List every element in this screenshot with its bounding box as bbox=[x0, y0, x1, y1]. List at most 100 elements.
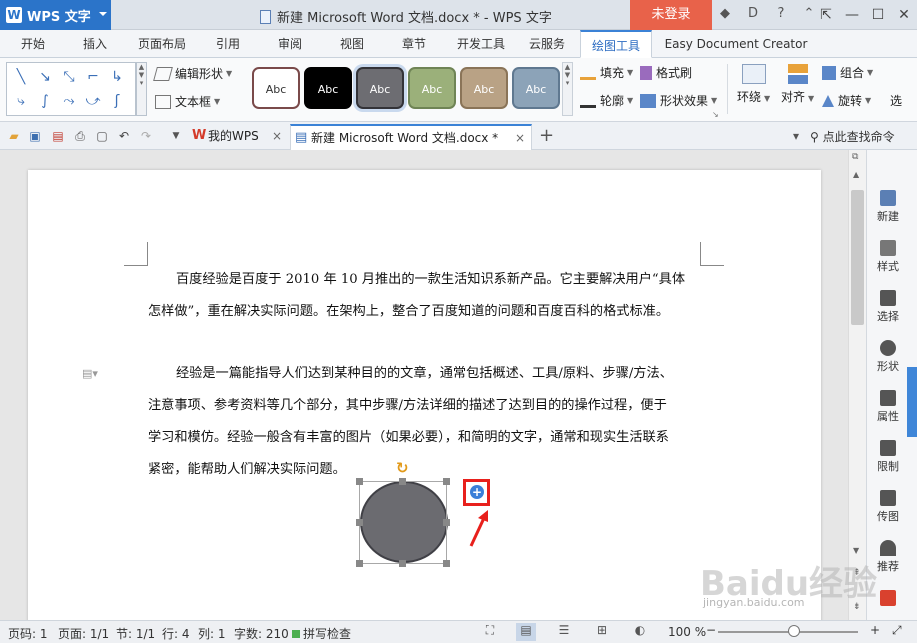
tab-document[interactable]: ▤ 新建 Microsoft Word 文档.docx * × bbox=[290, 124, 532, 150]
web-view-icon[interactable]: ⊞ bbox=[592, 623, 612, 641]
close-icon[interactable]: × bbox=[272, 124, 282, 148]
group-button[interactable]: 组合 ▼ bbox=[822, 64, 873, 81]
elbow-double-arrow-icon[interactable]: ⤷ bbox=[11, 91, 31, 111]
print-icon[interactable]: ⎙ bbox=[72, 128, 88, 144]
zoom-level[interactable]: 100 % bbox=[668, 625, 706, 639]
resize-handle-se[interactable] bbox=[443, 560, 450, 567]
find-command[interactable]: ⚲ 点此查找命令 bbox=[810, 128, 895, 145]
fit-window-icon[interactable]: ⤢ bbox=[892, 623, 902, 638]
fill-button[interactable]: 填充 ▼ bbox=[580, 64, 633, 81]
resize-handle-n[interactable] bbox=[399, 478, 406, 485]
curve-arrow-icon[interactable]: ⤳ bbox=[59, 91, 79, 111]
outline-button[interactable]: 轮廓 ▼ bbox=[580, 92, 633, 109]
rightbar-shape[interactable]: 形状 bbox=[867, 340, 909, 374]
wrap-button[interactable]: 环绕 ▼ bbox=[737, 64, 770, 105]
shape-style-6[interactable]: Abc bbox=[512, 67, 560, 109]
tab-developer[interactable]: 开发工具 bbox=[450, 30, 512, 58]
freeform-icon[interactable]: ʃ bbox=[107, 91, 127, 111]
tab-page-layout[interactable]: 页面布局 bbox=[132, 30, 192, 58]
elbow-connector-icon[interactable]: ⌐ bbox=[83, 67, 103, 87]
elbow-arrow-icon[interactable]: ↳ bbox=[107, 67, 127, 87]
eye-protect-icon[interactable]: ◐ bbox=[630, 623, 650, 641]
shape-effect-button[interactable]: 形状效果 ▼ bbox=[640, 92, 717, 109]
resize-handle-s[interactable] bbox=[399, 560, 406, 567]
paragraph-2[interactable]: 经验是一篇能指导人们达到某种目的的文章，通常包括概述、工具/原料、步骤/方法、 … bbox=[148, 358, 700, 486]
minimize-icon[interactable]: — bbox=[839, 0, 865, 30]
restore-ribbon-icon[interactable]: ⇱ bbox=[813, 0, 839, 30]
rightbar-select[interactable]: 选择 bbox=[867, 290, 909, 324]
text-box-button[interactable]: 文本框 ▼ bbox=[155, 93, 220, 110]
spell-check-toggle[interactable]: 拼写检查 bbox=[292, 625, 351, 642]
feedback-icon[interactable]: D bbox=[744, 5, 762, 23]
scroll-down-icon[interactable]: ▼ bbox=[853, 546, 859, 555]
customize-dropdown-icon[interactable]: ▼ bbox=[168, 128, 184, 144]
close-icon[interactable]: ✕ bbox=[891, 0, 917, 30]
resize-handle-w[interactable] bbox=[356, 519, 363, 526]
rightbar-new[interactable]: 新建 bbox=[867, 190, 909, 224]
wps-menu-button[interactable]: W WPS 文字 bbox=[0, 0, 111, 30]
tab-home[interactable]: 开始 bbox=[8, 30, 58, 58]
align-button[interactable]: 对齐 ▼ bbox=[781, 64, 814, 105]
new-tab-icon[interactable]: + bbox=[539, 125, 554, 146]
scroll-thumb[interactable] bbox=[851, 190, 864, 325]
shape-style-3[interactable]: Abc bbox=[356, 67, 404, 109]
select-pane-button[interactable]: 选 bbox=[890, 92, 902, 109]
shape-gallery-scroll[interactable]: ▲ ▼ ▾ bbox=[136, 62, 147, 116]
open-folder-icon[interactable]: ▰ bbox=[6, 128, 22, 144]
curve-double-arrow-icon[interactable]: ⤻ bbox=[83, 91, 103, 111]
help-icon[interactable]: ? bbox=[772, 5, 790, 23]
shape-gallery[interactable]: ╲ ↘ ⤡ ⌐ ↳ ⤷ ∫ ⤳ ⤻ ʃ bbox=[6, 62, 136, 116]
scroll-up-icon[interactable]: ▲ bbox=[853, 170, 859, 179]
tab-chapter[interactable]: 章节 bbox=[390, 30, 438, 58]
rightbar-upload-image[interactable]: 传图 bbox=[867, 490, 909, 524]
tab-list-icon[interactable]: ▾ bbox=[788, 128, 804, 144]
tab-cloud[interactable]: 云服务 bbox=[522, 30, 572, 58]
resize-handle-e[interactable] bbox=[443, 519, 450, 526]
split-icon[interactable]: ⧉ bbox=[852, 152, 858, 162]
rotate-button[interactable]: 旋转 ▼ bbox=[822, 92, 871, 109]
tab-drawing-tools[interactable]: 绘图工具 bbox=[580, 30, 652, 58]
fullscreen-view-icon[interactable]: ⛶ bbox=[480, 623, 500, 641]
paragraph-1[interactable]: 百度经验是百度于 2010 年 10 月推出的一款生活知识系新产品。它主要解决用… bbox=[148, 264, 700, 328]
format-brush-button[interactable]: 格式刷 bbox=[640, 64, 692, 81]
vertical-scrollbar[interactable]: ⧉ ▲ ▼ ⇞ ⇟ bbox=[848, 150, 866, 620]
zoom-slider-knob[interactable] bbox=[788, 625, 800, 637]
print-preview-icon[interactable]: ▢ bbox=[94, 128, 110, 144]
tab-reference[interactable]: 引用 bbox=[204, 30, 252, 58]
curve-connector-icon[interactable]: ∫ bbox=[35, 91, 55, 111]
export-pdf-icon[interactable]: ▤ bbox=[50, 128, 66, 144]
save-icon[interactable]: ▣ bbox=[27, 128, 43, 144]
page-view-icon[interactable]: ▤ bbox=[516, 623, 536, 641]
rightbar-restrict[interactable]: 限制 bbox=[867, 440, 909, 474]
tab-insert[interactable]: 插入 bbox=[70, 30, 120, 58]
tab-view[interactable]: 视图 bbox=[328, 30, 376, 58]
status-word-count[interactable]: 字数: 210 bbox=[234, 625, 289, 642]
layout-options-icon[interactable]: + bbox=[470, 485, 484, 499]
style-gallery-scroll[interactable]: ▲ ▼ ▾ bbox=[562, 62, 573, 116]
edit-shape-button[interactable]: 编辑形状 ▼ bbox=[153, 65, 232, 82]
resize-handle-nw[interactable] bbox=[356, 478, 363, 485]
skin-icon[interactable]: ◆ bbox=[716, 5, 734, 23]
arrow-line-icon[interactable]: ↘ bbox=[35, 67, 55, 87]
shape-style-1[interactable]: Abc bbox=[252, 67, 300, 109]
tab-mywps[interactable]: W 我的WPS × bbox=[188, 124, 288, 150]
tab-easy-document-creator[interactable]: Easy Document Creator bbox=[660, 30, 812, 58]
shape-style-2[interactable]: Abc bbox=[304, 67, 352, 109]
shape-style-4[interactable]: Abc bbox=[408, 67, 456, 109]
dialog-launcher-icon[interactable]: ↘ bbox=[712, 110, 719, 119]
resize-handle-sw[interactable] bbox=[356, 560, 363, 567]
double-arrow-icon[interactable]: ⤡ bbox=[59, 67, 79, 87]
collapse-pane-handle[interactable] bbox=[907, 367, 917, 437]
zoom-out-icon[interactable]: − bbox=[706, 623, 716, 637]
login-button[interactable]: 未登录 bbox=[630, 0, 712, 30]
close-icon[interactable]: × bbox=[515, 126, 525, 150]
resize-handle-ne[interactable] bbox=[443, 478, 450, 485]
redo-icon[interactable]: ↷ bbox=[138, 128, 154, 144]
rightbar-style[interactable]: 样式 bbox=[867, 240, 909, 274]
paragraph-options-icon[interactable]: ▤▾ bbox=[82, 367, 98, 380]
rotate-handle-icon[interactable]: ↻ bbox=[396, 459, 409, 477]
undo-icon[interactable]: ↶ bbox=[116, 128, 132, 144]
tab-review[interactable]: 审阅 bbox=[266, 30, 314, 58]
zoom-in-icon[interactable]: + bbox=[870, 623, 880, 637]
outline-view-icon[interactable]: ☰ bbox=[554, 623, 574, 641]
